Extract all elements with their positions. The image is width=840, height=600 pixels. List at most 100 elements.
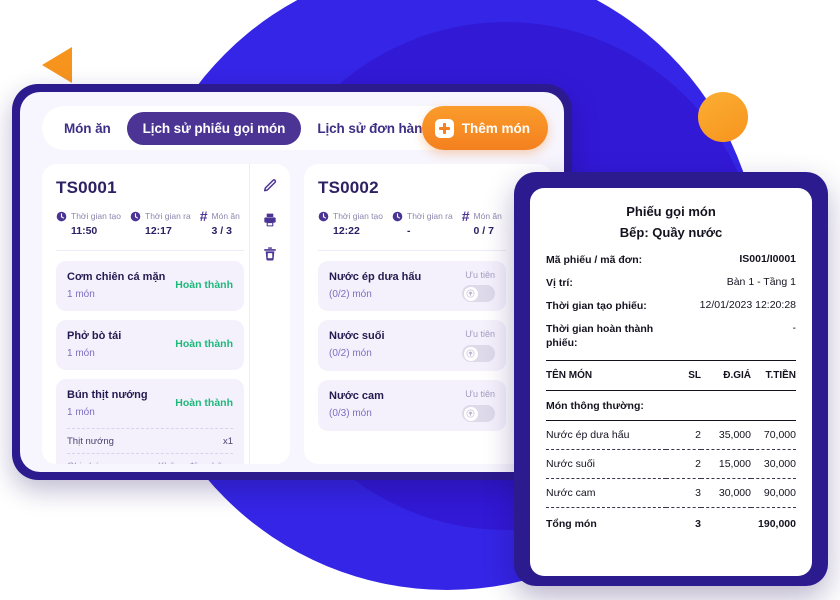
hash-icon: # <box>461 208 470 224</box>
meta-created-time: Thời gian tạo 11:50 <box>56 206 121 239</box>
dish-quantity: (0/2) món <box>329 288 372 300</box>
meta-served-time: Thời gian ra 12:17 <box>130 206 191 239</box>
dish-status-badge: Hoàn thành <box>175 278 233 291</box>
receipt-info-value: - <box>792 322 797 335</box>
receipt-panel: Phiếu gọi món Bếp: Quầy nước Mã phiếu / … <box>530 188 812 576</box>
tab-lich-su-phieu-goi-mon[interactable]: Lịch sử phiếu gọi món <box>126 111 302 145</box>
dish-item[interactable]: Nước cam (0/3) món Ưu tiên <box>318 380 506 432</box>
trash-icon[interactable] <box>262 246 278 262</box>
priority-label: Ưu tiên <box>465 329 495 340</box>
ticket-action-rail <box>249 164 290 464</box>
orange-circle-icon <box>698 92 748 142</box>
receipt-info-row: Mã phiếu / mã đơn: IS001/I0001 <box>546 253 796 267</box>
dish-list: Nước ép dưa hấu (0/2) món Ưu tiên Nước s… <box>318 251 506 432</box>
clock-icon <box>130 209 141 227</box>
app-window: Món ăn Lịch sử phiếu gọi món Lịch sử đơn… <box>12 84 572 480</box>
total-label: Tổng món <box>546 507 666 539</box>
item-price: 15,000 <box>701 449 751 479</box>
priority-label: Ưu tiên <box>465 269 495 280</box>
total-qty: 3 <box>666 507 701 539</box>
receipt-panel-frame: Phiếu gọi món Bếp: Quầy nước Mã phiếu / … <box>514 172 828 586</box>
receipt-info-row: Vị trí: Bàn 1 - Tầng 1 <box>546 276 796 290</box>
item-qty: 3 <box>666 478 701 508</box>
meta-value: 0 / 7 <box>473 225 494 237</box>
meta-dish-count: # Món ăn 3 / 3 <box>200 206 240 239</box>
dish-name: Nước ép dưa hấu <box>329 270 422 283</box>
column-header-price: Đ.GIÁ <box>723 370 751 382</box>
dish-name: Cơm chiên cá mặn <box>67 270 166 283</box>
dish-status-badge: Hoàn thành <box>175 396 233 409</box>
print-icon[interactable] <box>262 212 278 228</box>
column-header-total: T.TIỀN <box>765 370 796 382</box>
table-header-row: TÊN MÓN SL Đ.GIÁ T.TIỀN <box>546 361 796 391</box>
meta-created-time: Thời gian tạo 12:22 <box>318 206 383 239</box>
item-total: 90,000 <box>751 478 796 508</box>
dish-quantity: (0/3) món <box>329 408 372 420</box>
arrow-up-icon <box>463 346 478 361</box>
column-header-qty: SL <box>688 370 701 382</box>
item-qty: 2 <box>666 420 701 450</box>
priority-toggle[interactable] <box>462 345 495 363</box>
hash-icon: # <box>199 208 208 224</box>
dish-name: Nước suối <box>329 330 385 343</box>
receipt-info-key: Thời gian hoàn thành phiếu: <box>546 323 654 350</box>
dish-item[interactable]: Bún thịt nướng 1 món Hoàn thành Thịt nướ… <box>56 378 244 464</box>
item-name: Nước suối <box>546 449 666 479</box>
dish-topping-row: Thịt nướng x1 <box>67 427 233 453</box>
clock-icon <box>318 209 329 227</box>
dish-quantity: 1 món <box>67 347 95 359</box>
app-window-content: Món ăn Lịch sử phiếu gọi món Lịch sử đơn… <box>20 92 564 472</box>
total-price <box>701 507 751 539</box>
receipt-info-row: Thời gian hoàn thành phiếu: - <box>546 322 796 350</box>
edit-icon[interactable] <box>262 178 278 194</box>
table-row: Nước suối 2 15,000 30,000 <box>546 449 796 479</box>
meta-value: 12:22 <box>333 225 360 237</box>
tab-mon-an[interactable]: Món ăn <box>48 112 127 145</box>
meta-label: Món ăn <box>211 211 240 221</box>
ticket-code: TS0002 <box>318 178 379 197</box>
dish-item[interactable]: Nước suối (0/2) món Ưu tiên <box>318 320 506 372</box>
meta-value: 11:50 <box>71 225 98 237</box>
dish-item[interactable]: Cơm chiên cá mặn 1 món Hoàn thành <box>56 260 244 311</box>
table-group-row: Món thông thường: <box>546 390 796 421</box>
receipt-info-row: Thời gian tạo phiếu: 12/01/2023 12:20:28 <box>546 299 796 313</box>
dish-item[interactable]: Phở bò tái 1 món Hoàn thành <box>56 319 244 370</box>
add-dish-button-label: Thêm món <box>461 120 530 136</box>
dish-list: Cơm chiên cá mặn 1 món Hoàn thành Phở bò… <box>56 251 244 464</box>
receipt-subtitle: Bếp: Quầy nước <box>619 224 723 240</box>
dish-note-row: Ghi chú Không đậu phộng <box>67 452 233 464</box>
arrow-up-icon <box>463 286 478 301</box>
dish-topping-qty: x1 <box>222 435 233 447</box>
dish-topping-label: Thịt nướng <box>67 435 114 447</box>
meta-label: Món ăn <box>473 211 502 221</box>
total-amount: 190,000 <box>751 507 796 539</box>
meta-label: Thời gian tạo <box>333 211 383 221</box>
priority-toggle[interactable] <box>462 285 495 303</box>
dish-item[interactable]: Nước ép dưa hấu (0/2) món Ưu tiên <box>318 260 506 312</box>
dish-name: Bún thịt nướng <box>67 388 148 401</box>
group-label: Món thông thường: <box>546 390 796 421</box>
meta-label: Thời gian ra <box>407 211 453 221</box>
clock-icon <box>56 209 67 227</box>
meta-label: Thời gian ra <box>145 211 191 221</box>
ticket-meta: Thời gian tạo 12:22 Thời gian ra - # Món… <box>318 206 506 251</box>
ticket-card: TS0001 Thời gian tạo 11:50 Thời gian ra … <box>42 164 290 464</box>
column-header-name: TÊN MÓN <box>546 370 593 382</box>
receipt-info-value: 12/01/2023 12:20:28 <box>699 298 796 311</box>
priority-label: Ưu tiên <box>465 389 495 400</box>
dish-name: Nước cam <box>329 390 384 403</box>
item-total: 70,000 <box>751 420 796 450</box>
table-row: Nước ép dưa hấu 2 35,000 70,000 <box>546 420 796 450</box>
priority-toggle[interactable] <box>462 405 495 423</box>
ticket-meta: Thời gian tạo 11:50 Thời gian ra 12:17 #… <box>56 206 244 251</box>
table-total-row: Tổng món 3 190,000 <box>546 507 796 539</box>
plus-icon <box>434 118 454 138</box>
meta-value: 3 / 3 <box>211 225 232 237</box>
add-dish-button[interactable]: Thêm món <box>421 106 548 150</box>
item-name: Nước cam <box>546 478 666 508</box>
item-total: 30,000 <box>751 449 796 479</box>
meta-served-time: Thời gian ra - <box>392 206 453 239</box>
dish-quantity: 1 món <box>67 406 95 418</box>
dish-quantity: 1 món <box>67 288 95 300</box>
dish-quantity: (0/2) món <box>329 348 372 360</box>
